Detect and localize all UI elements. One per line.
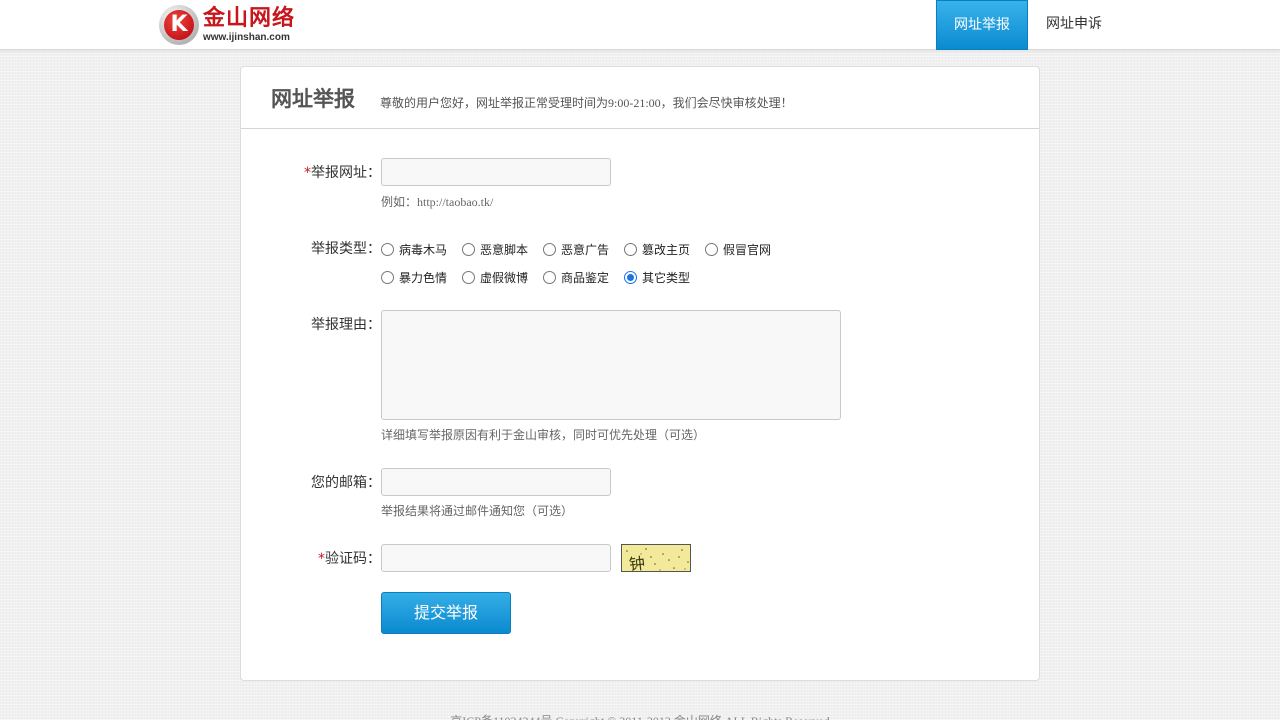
page-subtitle: 尊敬的用户您好，网址举报正常受理时间为9:00-21:00，我们会尽快审核处理！ bbox=[380, 96, 793, 110]
url-hint: 例如：http://taobao.tk/ bbox=[381, 195, 494, 209]
page-title: 网址举报 bbox=[271, 87, 355, 111]
captcha-label: *验证码： bbox=[318, 551, 381, 567]
radio-circle-icon bbox=[543, 271, 556, 284]
radio-circle-icon bbox=[462, 243, 475, 256]
radio-product-appraisal[interactable]: 商品鉴定 bbox=[543, 269, 609, 286]
radio-malicious-script[interactable]: 恶意脚本 bbox=[462, 241, 528, 258]
footer-copyright: 京ICP备11024244号 Copyright © 2011-2012 金山网… bbox=[0, 712, 1280, 720]
captcha-input[interactable] bbox=[381, 544, 611, 572]
captcha-image[interactable]: 钟 匕 bbox=[621, 544, 691, 572]
reason-hint: 详细填写举报原因有利于金山审核，同时可优先处理（可选） bbox=[381, 428, 706, 442]
radio-fake-weibo[interactable]: 虚假微博 bbox=[462, 269, 528, 286]
type-label: 举报类型： bbox=[311, 241, 381, 257]
radio-circle-icon bbox=[624, 243, 637, 256]
radio-circle-icon bbox=[381, 271, 394, 284]
radio-violence-porn[interactable]: 暴力色情 bbox=[381, 269, 447, 286]
top-nav: 网址举报 网址申诉 bbox=[936, 0, 1120, 50]
email-label: 您的邮箱： bbox=[311, 475, 381, 491]
email-hint: 举报结果将通过邮件通知您（可选） bbox=[381, 504, 574, 518]
required-mark: * bbox=[304, 165, 311, 181]
radio-circle-icon bbox=[705, 243, 718, 256]
logo-url: www.ijinshan.com bbox=[203, 31, 290, 43]
reason-label: 举报理由： bbox=[311, 317, 381, 333]
reason-textarea[interactable] bbox=[381, 310, 841, 420]
radio-circle-icon bbox=[381, 243, 394, 256]
radio-virus[interactable]: 病毒木马 bbox=[381, 241, 447, 258]
report-url-input[interactable] bbox=[381, 158, 611, 186]
radio-circle-icon bbox=[543, 243, 556, 256]
required-mark: * bbox=[318, 551, 325, 567]
site-logo[interactable]: K 金山网络 www.ijinshan.com bbox=[159, 5, 299, 45]
logo-name: 金山网络 bbox=[203, 5, 296, 31]
radio-checked-icon bbox=[624, 271, 637, 284]
logo-text: 金山网络 www.ijinshan.com bbox=[203, 5, 296, 43]
radio-circle-icon bbox=[462, 271, 475, 284]
radio-fake-official[interactable]: 假冒官网 bbox=[705, 241, 771, 258]
radio-homepage-hijack[interactable]: 篡改主页 bbox=[624, 241, 690, 258]
submit-report-button[interactable]: 提交举报 bbox=[381, 592, 511, 634]
logo-k-icon: K bbox=[159, 5, 199, 45]
card-header: 网址举报 尊敬的用户您好，网址举报正常受理时间为9:00-21:00，我们会尽快… bbox=[241, 67, 1039, 129]
radio-other[interactable]: 其它类型 bbox=[624, 269, 690, 286]
email-input[interactable] bbox=[381, 468, 611, 496]
top-header: K 金山网络 www.ijinshan.com 网址举报 网址申诉 bbox=[0, 0, 1280, 50]
radio-malicious-ad[interactable]: 恶意广告 bbox=[543, 241, 609, 258]
nav-appeal[interactable]: 网址申诉 bbox=[1028, 0, 1120, 50]
nav-report[interactable]: 网址举报 bbox=[936, 0, 1028, 50]
url-label: *举报网址： bbox=[304, 165, 381, 181]
report-form-card: 网址举报 尊敬的用户您好，网址举报正常受理时间为9:00-21:00，我们会尽快… bbox=[240, 66, 1040, 681]
